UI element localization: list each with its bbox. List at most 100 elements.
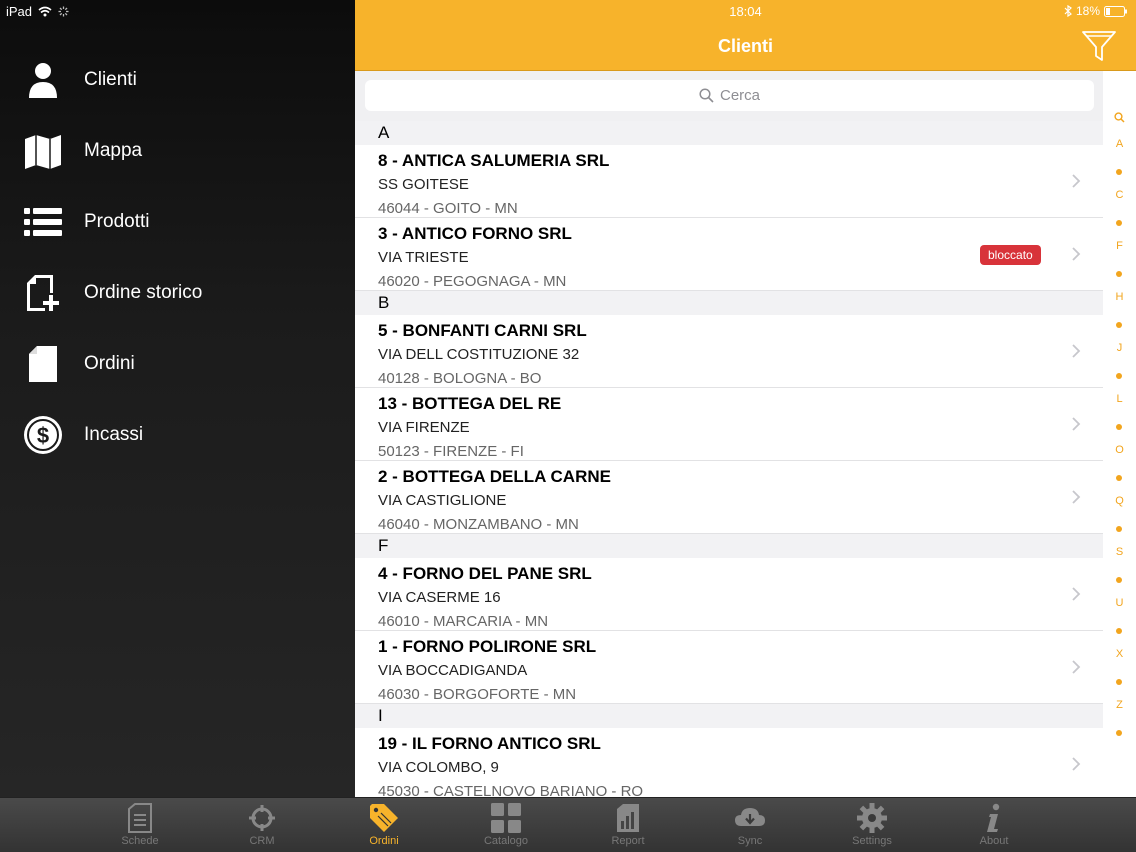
index-letter-h[interactable]: H [1103, 291, 1136, 303]
client-name: 5 - BONFANTI CARNI SRL [378, 321, 587, 340]
chevron-right-icon [1072, 417, 1081, 431]
tab-crm[interactable]: CRM [201, 798, 323, 852]
status-badge: bloccato [980, 245, 1041, 265]
sidebar-item-mappa[interactable]: Mappa [0, 121, 355, 181]
index-letter-a[interactable]: A [1103, 138, 1136, 150]
index-dot[interactable] [1116, 627, 1122, 634]
tab-sync[interactable]: Sync [689, 798, 811, 852]
device-label: iPad [6, 4, 33, 19]
index-letter-z[interactable]: Z [1103, 699, 1136, 711]
index-dot[interactable] [1116, 423, 1122, 430]
tab-label: About [979, 835, 1009, 847]
tab-label: Schede [121, 835, 159, 847]
index-letter-x[interactable]: X [1103, 648, 1136, 660]
section-header-i: I [355, 704, 1103, 728]
tab-label: Sync [737, 835, 763, 847]
sidebar-item-label: Mappa [84, 140, 143, 161]
tab-schede[interactable]: Schede [79, 798, 201, 852]
list-item[interactable]: 19 - IL FORNO ANTICO SRL VIA COLOMBO, 9 … [355, 728, 1103, 797]
chevron-right-icon [1072, 757, 1081, 771]
client-street: VIA TRIESTE [378, 249, 469, 266]
client-city: 46020 - PEGOGNAGA - MN [378, 273, 567, 290]
sidebar: iPad Clienti Mappa Prodotti Ordine stori… [0, 0, 355, 797]
status-bar-left: iPad [6, 4, 69, 19]
sidebar-item-clienti[interactable]: Clienti [0, 50, 355, 110]
index-dot[interactable] [1116, 678, 1122, 685]
tab-label: CRM [249, 835, 275, 847]
tab-about[interactable]: About [933, 798, 1055, 852]
activity-spinner-icon [58, 6, 69, 17]
list-icon [22, 201, 64, 243]
tab-ordini[interactable]: Ordini [323, 798, 445, 852]
client-name: 13 - BOTTEGA DEL RE [378, 394, 562, 413]
chevron-right-icon [1072, 490, 1081, 504]
sidebar-item-label: Ordine storico [84, 282, 203, 303]
client-name: 2 - BOTTEGA DELLA CARNE [378, 467, 611, 486]
client-city: 50123 - FIRENZE - FI [378, 443, 524, 460]
index-search-icon[interactable] [1114, 112, 1125, 123]
index-dot[interactable] [1116, 576, 1122, 583]
index-letter-c[interactable]: C [1103, 189, 1136, 201]
sidebar-item-ordini[interactable]: Ordini [0, 334, 355, 394]
cloud-download-icon [734, 802, 766, 834]
status-time: 18:04 [729, 4, 762, 19]
index-dot[interactable] [1116, 372, 1122, 379]
wifi-icon [38, 6, 52, 17]
index-letter-o[interactable]: O [1103, 444, 1136, 456]
funnel-icon [1082, 31, 1116, 61]
search-bar: Cerca [355, 71, 1103, 121]
tag-icon [368, 802, 400, 834]
list-item[interactable]: 8 - ANTICA SALUMERIA SRL SS GOITESE 4604… [355, 145, 1103, 218]
tab-catalogo[interactable]: Catalogo [445, 798, 567, 852]
search-placeholder: Cerca [719, 87, 760, 104]
index-letter-q[interactable]: Q [1103, 495, 1136, 507]
navigation-bar: 18:04 18% Clienti [355, 0, 1136, 71]
document-icon [22, 343, 64, 385]
index-letter-j[interactable]: J [1103, 342, 1136, 354]
client-street: VIA DELL COSTITUZIONE 32 [378, 346, 580, 363]
tab-settings[interactable]: Settings [811, 798, 933, 852]
index-letter-u[interactable]: U [1103, 597, 1136, 609]
tab-label: Settings [852, 835, 892, 847]
index-dot[interactable] [1116, 321, 1122, 328]
client-city: 45030 - CASTELNOVO BARIANO - RO [378, 783, 644, 797]
list-item[interactable]: 3 - ANTICO FORNO SRL VIA TRIESTE 46020 -… [355, 218, 1103, 291]
index-letter-f[interactable]: F [1103, 240, 1136, 252]
index-dot[interactable] [1116, 168, 1122, 175]
sidebar-item-ordine-storico[interactable]: Ordine storico [0, 263, 355, 323]
info-icon [978, 802, 1010, 834]
section-index-bar[interactable]: A C F H J L O Q S U X Z [1103, 71, 1136, 797]
client-street: VIA CASERME 16 [378, 589, 501, 606]
index-dot[interactable] [1116, 525, 1122, 532]
list-item[interactable]: 5 - BONFANTI CARNI SRL VIA DELL COSTITUZ… [355, 315, 1103, 388]
index-letter-l[interactable]: L [1103, 393, 1136, 405]
list-item[interactable]: 1 - FORNO POLIRONE SRL VIA BOCCADIGANDA … [355, 631, 1103, 704]
search-input[interactable]: Cerca [365, 80, 1094, 111]
client-street: SS GOITESE [378, 176, 469, 193]
map-icon [22, 130, 64, 172]
add-document-icon [22, 272, 64, 314]
index-letter-s[interactable]: S [1103, 546, 1136, 558]
list-item[interactable]: 2 - BOTTEGA DELLA CARNE VIA CASTIGLIONE … [355, 461, 1103, 534]
client-city: 46040 - MONZAMBANO - MN [378, 516, 579, 533]
index-dot[interactable] [1116, 474, 1122, 481]
sidebar-item-incassi[interactable]: $ Incassi [0, 405, 355, 465]
status-bar-right: 18% [1064, 4, 1128, 18]
tab-report[interactable]: Report [567, 798, 689, 852]
client-city: 46010 - MARCARIA - MN [378, 613, 549, 630]
client-street: VIA FIRENZE [378, 419, 470, 436]
list-item[interactable]: 13 - BOTTEGA DEL RE VIA FIRENZE 50123 - … [355, 388, 1103, 461]
sidebar-item-prodotti[interactable]: Prodotti [0, 192, 355, 252]
client-name: 3 - ANTICO FORNO SRL [378, 224, 572, 243]
client-city: 40128 - BOLOGNA - BO [378, 370, 542, 387]
sidebar-item-label: Prodotti [84, 211, 150, 232]
client-city: 46030 - BORGOFORTE - MN [378, 686, 577, 703]
index-dot[interactable] [1116, 729, 1122, 736]
list-item[interactable]: 4 - FORNO DEL PANE SRL VIA CASERME 16 46… [355, 558, 1103, 631]
client-street: VIA COLOMBO, 9 [378, 759, 499, 776]
index-dot[interactable] [1116, 270, 1122, 277]
filter-button[interactable] [1082, 30, 1116, 62]
index-dot[interactable] [1116, 219, 1122, 226]
clipboard-icon [124, 802, 156, 834]
tab-bar: Schede CRM Ordini Catalogo Report Sync S… [0, 797, 1136, 852]
